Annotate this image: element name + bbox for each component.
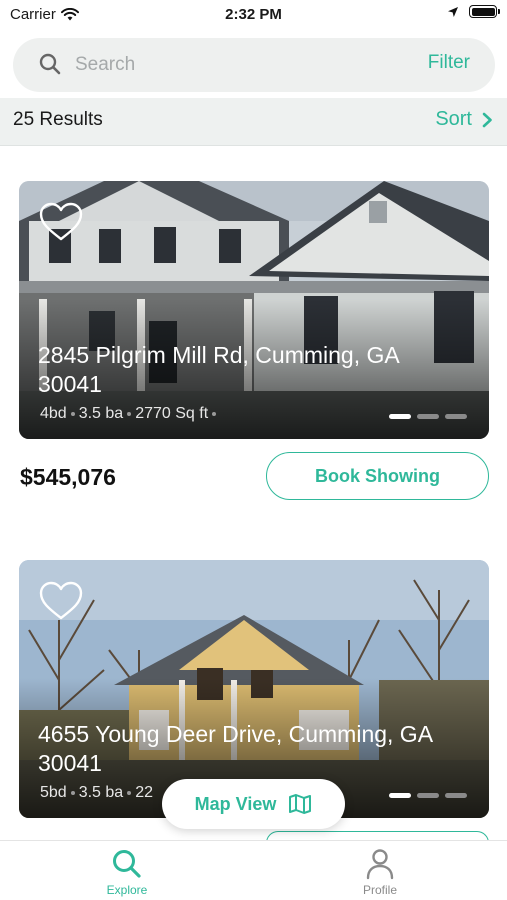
tab-label: Profile — [362, 883, 397, 897]
listing-sqft: 22 — [135, 784, 153, 801]
tab-explore[interactable]: Explore — [77, 848, 177, 897]
tab-profile[interactable]: Profile — [330, 848, 430, 897]
heart-outline-icon[interactable] — [38, 580, 84, 622]
sort-label: Sort — [435, 108, 472, 130]
listing-beds: 5bd — [40, 784, 67, 801]
location-arrow-icon — [448, 6, 458, 17]
results-bar: 25 Results Sort — [0, 98, 507, 146]
listing-card[interactable]: 2845 Pilgrim Mill Rd, Cumming, GA 30041 … — [19, 181, 489, 500]
sort-button[interactable]: Sort — [435, 108, 493, 131]
listing-details: 5bd 3.5 ba 22 — [40, 784, 153, 802]
listing-details: 4bd 3.5 ba 2770 Sq ft — [40, 405, 217, 423]
tab-label: Explore — [106, 883, 148, 897]
search-input[interactable] — [75, 50, 375, 80]
photo-carousel-indicator[interactable] — [389, 793, 467, 798]
photo-carousel-indicator[interactable] — [389, 414, 467, 419]
separator-dot — [70, 791, 75, 795]
status-icons — [447, 5, 500, 18]
carousel-dot — [445, 414, 467, 419]
heart-outline-icon[interactable] — [38, 201, 84, 243]
listing-baths: 3.5 ba — [78, 784, 124, 801]
tab-bar: Explore Profile — [0, 840, 507, 900]
listing-beds: 4bd — [40, 405, 67, 422]
book-showing-button[interactable]: Book Showing — [266, 452, 489, 500]
status-time: 2:32 PM — [225, 6, 282, 23]
chevron-right-icon — [482, 112, 492, 127]
person-icon — [366, 849, 394, 880]
carousel-dot — [389, 793, 411, 798]
listing-sqft: 2770 Sq ft — [135, 405, 209, 422]
search-icon — [39, 53, 61, 75]
listing-address: 2845 Pilgrim Mill Rd, Cumming, GA 30041 — [38, 342, 399, 397]
listing-address: 4655 Young Deer Drive, Cumming, GA 30041 — [38, 721, 432, 776]
carousel-dot — [417, 414, 439, 419]
filter-button[interactable]: Filter — [428, 52, 470, 74]
search-icon — [113, 850, 141, 878]
listing-price: $545,076 — [20, 464, 116, 490]
results-count: 25 Results — [13, 109, 103, 130]
carousel-dot — [389, 414, 411, 419]
status-bar: Carrier 2:32 PM — [0, 0, 507, 30]
map-view-button[interactable]: Map View — [162, 779, 345, 829]
carousel-dot — [417, 793, 439, 798]
separator-dot — [212, 412, 217, 416]
listing-baths: 3.5 ba — [78, 405, 124, 422]
listing-photo[interactable]: 2845 Pilgrim Mill Rd, Cumming, GA 30041 … — [19, 181, 489, 439]
separator-dot — [70, 412, 75, 416]
battery-icon — [469, 5, 500, 18]
separator-dot — [127, 791, 132, 795]
carousel-dot — [445, 793, 467, 798]
map-view-label: Map View — [194, 793, 277, 814]
map-icon — [289, 794, 312, 814]
separator-dot — [127, 412, 132, 416]
search-bar: Filter — [13, 38, 495, 92]
